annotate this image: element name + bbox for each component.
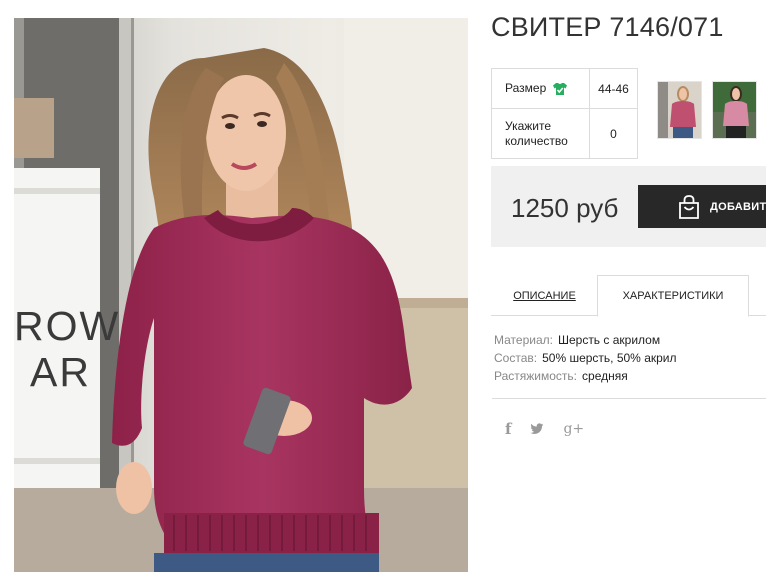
- add-to-cart-button[interactable]: ДОБАВИТЬ: [638, 185, 766, 228]
- size-value[interactable]: 44-46: [590, 69, 637, 108]
- product-photo-illustration: [14, 18, 468, 572]
- price: 1250 руб: [511, 193, 619, 223]
- quantity-label: Укажите количество: [492, 109, 590, 158]
- spec-stretch: Растяжимость: средняя: [494, 367, 677, 385]
- spec-value: Шерсть с акрилом: [557, 333, 661, 347]
- facebook-icon[interactable]: f: [505, 420, 511, 438]
- spec-key: Состав:: [494, 351, 538, 365]
- spec-key: Материал:: [494, 333, 553, 347]
- spec-material: Материал: Шерсть с акрилом: [494, 331, 677, 349]
- shopping-bag-icon: [679, 194, 699, 219]
- product-thumbnail-2[interactable]: [712, 81, 757, 139]
- thumbnail-2-image: [713, 82, 756, 138]
- product-tabs: ОПИСАНИЕ ХАРАКТЕРИСТИКИ: [491, 275, 766, 317]
- quantity-row: Укажите количество 0: [492, 109, 637, 158]
- thumbnail-1-image: [658, 82, 701, 138]
- photo-sign-text: ROW AR: [14, 303, 121, 395]
- quantity-input[interactable]: 0: [590, 109, 637, 158]
- product-params-table: Размер 44-46 Укажите количество 0: [491, 68, 638, 159]
- google-plus-icon[interactable]: g+: [563, 420, 584, 438]
- size-row: Размер 44-46: [492, 69, 637, 109]
- tab-description[interactable]: ОПИСАНИЕ: [491, 275, 598, 316]
- photo-sign-line-1: ROW: [14, 303, 121, 349]
- social-share: f g+: [505, 420, 584, 438]
- divider: [492, 398, 766, 399]
- characteristics-list: Материал: Шерсть с акрилом Состав: 50% шер…: [494, 331, 677, 385]
- photo-sign-line-2: AR: [30, 349, 91, 395]
- product-main-photo[interactable]: ROW AR: [14, 18, 468, 572]
- size-label: Размер: [505, 81, 547, 95]
- price-bar: 1250 руб ДОБАВИТЬ: [491, 166, 766, 247]
- product-thumbnail-1[interactable]: [657, 81, 702, 139]
- spec-key: Растяжимость:: [494, 369, 578, 383]
- product-title: СВИТЕР 7146/071: [491, 12, 724, 42]
- tab-characteristics[interactable]: ХАРАКТЕРИСТИКИ: [597, 275, 749, 317]
- spec-composition: Состав: 50% шерсть, 50% акрил: [494, 349, 677, 367]
- tshirt-size-icon[interactable]: [552, 82, 568, 96]
- twitter-icon[interactable]: [530, 420, 544, 438]
- add-to-cart-label: ДОБАВИТЬ: [710, 200, 766, 213]
- size-label-cell: Размер: [492, 69, 590, 108]
- spec-value: средняя: [582, 369, 628, 383]
- spec-value: 50% шерсть, 50% акрил: [542, 351, 677, 365]
